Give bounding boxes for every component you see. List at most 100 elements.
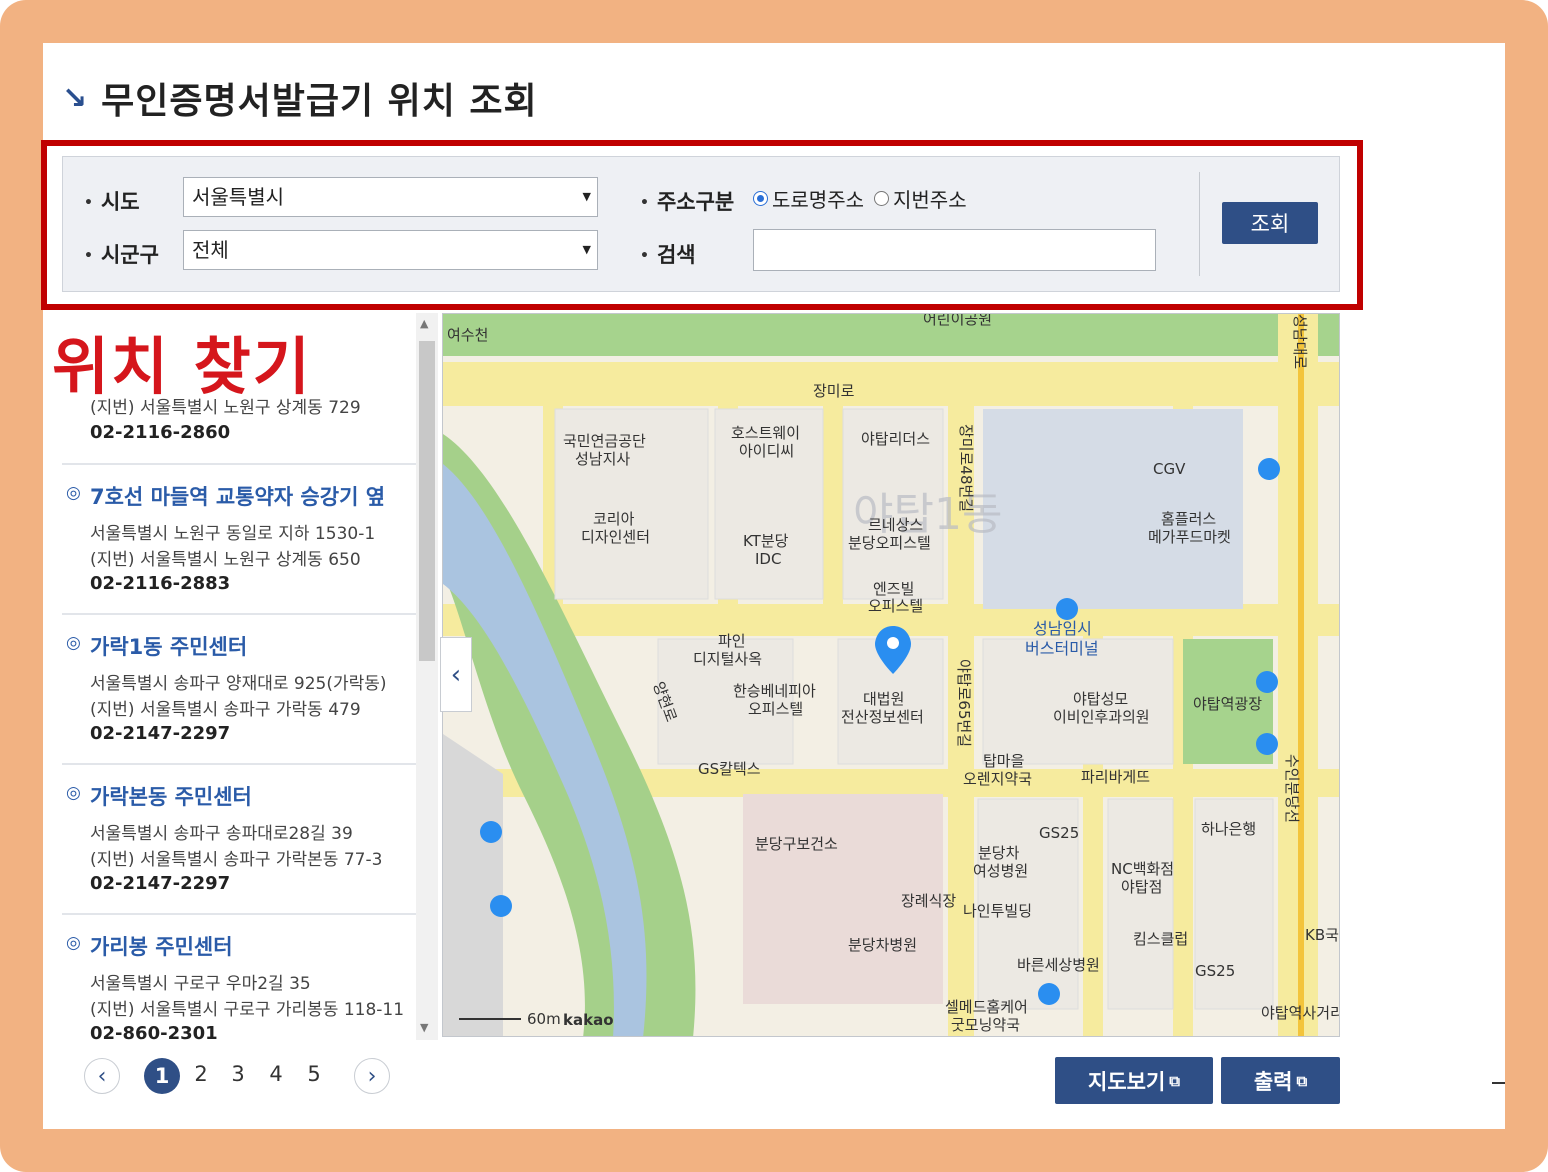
print-button[interactable]: 출력 ⧉ xyxy=(1221,1057,1340,1104)
result-name[interactable]: 가리봉 주민센터 xyxy=(90,931,233,961)
bus-stop-icon xyxy=(1038,983,1060,1005)
bus-stop-icon xyxy=(490,895,512,917)
map-label-gs25a: GS25 xyxy=(1039,824,1079,842)
page-1[interactable]: 1 xyxy=(144,1058,180,1094)
map-label-koreia2: 디자인센터 xyxy=(581,528,650,546)
map-label-jangmiro: 장미로 xyxy=(813,382,855,400)
bus-stop-icon xyxy=(1256,671,1278,693)
list-item[interactable]: ◎ 가락본동 주민센터 서울특별시 송파구 송파대로28길 39 (지번) 서울… xyxy=(62,763,416,915)
page-title-text: 무인증명서발급기 위치 조회 xyxy=(101,81,538,122)
page-5[interactable]: 5 xyxy=(299,1062,329,1086)
scroll-up-icon[interactable]: ▲ xyxy=(420,317,428,330)
map-label-bundangcha2: 여성병원 xyxy=(973,862,1028,880)
list-item[interactable]: ◎ 가리봉 주민센터 서울특별시 구로구 우마2길 35 (지번) 서울특별시 … xyxy=(62,913,416,1040)
map-label-chahospital: 분당차병원 xyxy=(848,936,917,954)
map-view-button-label: 지도보기 xyxy=(1088,1069,1166,1094)
result-name[interactable]: 가락본동 주민센터 xyxy=(90,781,252,811)
map-park-strip xyxy=(443,314,1339,356)
page-4[interactable]: 4 xyxy=(261,1062,291,1086)
map-block-homeplus xyxy=(983,409,1243,609)
map-label-cgv: CGV xyxy=(1153,460,1186,478)
chevron-left-icon: ‹ xyxy=(97,1063,107,1089)
page-2[interactable]: 2 xyxy=(186,1062,216,1086)
result-jibun: (지번) 서울특별시 구로구 가리봉동 118-11 xyxy=(90,1000,405,1020)
result-jibun: (지번) 서울특별시 송파구 가락동 479 xyxy=(90,700,361,720)
result-road: 서울특별시 구로구 우마2길 35 xyxy=(90,974,311,994)
map-label-bundangline: 수인분당선 xyxy=(1283,754,1301,823)
map-label-park: 어린이공원 xyxy=(923,314,992,328)
next-page-button[interactable]: › xyxy=(354,1058,390,1094)
map-label-road65: 야탑로65번길 xyxy=(955,659,973,747)
result-road: 서울특별시 노원구 동일로 지하 1530-1 xyxy=(90,524,376,544)
prev-page-button[interactable]: ‹ xyxy=(84,1058,120,1094)
result-road: 서울특별시 송파구 양재대로 925(가락동) xyxy=(90,674,387,694)
map-label-selmed1: 셀메드홈케어 xyxy=(945,998,1028,1016)
map-label-hanseung2: 오피스텔 xyxy=(748,700,803,718)
result-name[interactable]: 가락1동 주민센터 xyxy=(90,631,247,661)
overlay-label: 위치 찾기 xyxy=(52,330,312,403)
location-pin-icon: ◎ xyxy=(66,633,81,653)
map-subway-line xyxy=(1298,314,1304,1036)
map-label-bareun: 바른세상병원 xyxy=(1017,956,1100,974)
external-link-icon: ⧉ xyxy=(1169,1071,1180,1090)
map-label-tapmaeul1: 탑마을 xyxy=(983,752,1024,770)
map-label-host1: 호스트웨이 xyxy=(731,424,800,442)
map-label-road48: 장미로48번길 xyxy=(957,424,975,512)
list-item[interactable]: ◎ 7호선 마들역 교통약자 승강기 옆 서울특별시 노원구 동일로 지하 15… xyxy=(62,463,416,615)
map-label-yatapsm1: 야탑성모 xyxy=(1073,690,1128,708)
result-tel: 02-2116-2883 xyxy=(90,573,231,594)
external-link-icon: ⧉ xyxy=(1296,1071,1308,1090)
map-label-yatapstation: 야탑역사거리 xyxy=(1261,1004,1340,1022)
map-label-nps2: 성남지사 xyxy=(575,450,630,468)
map-label-reune1: 르네상스 xyxy=(868,516,923,534)
map-label-hana: 하나은행 xyxy=(1201,820,1256,838)
map-block xyxy=(1107,798,1174,1010)
map-view[interactable]: 60m kakao 여수천 어린이공원 장미로 야탑1동 국민연금공단 성남지사… xyxy=(442,313,1340,1037)
location-pin-icon: ◎ xyxy=(66,783,81,803)
page-title: ↘ 무인증명서발급기 위치 조회 xyxy=(62,74,538,123)
result-name[interactable]: 7호선 마들역 교통약자 승강기 옆 xyxy=(90,481,385,511)
map-label-pine1: 파인 xyxy=(718,632,746,650)
title-arrow-icon: ↘ xyxy=(62,80,88,116)
print-button-label: 출력 xyxy=(1253,1069,1293,1094)
map-label-bus1: 성남임시 xyxy=(1033,619,1092,638)
location-pin-icon: ◎ xyxy=(66,483,81,503)
result-jibun: (지번) 서울특별시 송파구 가락본동 77-3 xyxy=(90,850,383,870)
map-label-homeplus2: 메가푸드마켓 xyxy=(1148,528,1231,546)
result-jibun: (지번) 서울특별시 노원구 상계동 650 xyxy=(90,550,361,570)
map-label-pine2: 디지털사옥 xyxy=(693,650,762,668)
scroll-down-icon[interactable]: ▼ xyxy=(420,1021,428,1034)
map-label-koreia1: 코리아 xyxy=(593,510,635,528)
map-label-gs25b: GS25 xyxy=(1195,962,1235,980)
map-label-naintu: 나인투빌딩 xyxy=(963,902,1032,920)
map-label-health: 분당구보건소 xyxy=(755,835,838,853)
collapse-list-button[interactable]: ‹ xyxy=(440,637,472,712)
map-label-yatapsm2: 이비인후과의원 xyxy=(1053,708,1150,726)
result-tel: 02-2147-2297 xyxy=(90,723,231,744)
map-label-yeosucheon: 여수천 xyxy=(447,326,488,344)
list-scrollbar[interactable]: ▲ ▼ xyxy=(416,313,438,1040)
map-label-bus2: 버스터미널 xyxy=(1025,639,1099,658)
map-label-gscaltex: GS칼텍스 xyxy=(698,760,761,778)
map-scale-label: 60m xyxy=(527,1010,561,1028)
bus-stop-icon xyxy=(1056,598,1078,620)
map-block xyxy=(443,734,503,1036)
bus-stop-icon xyxy=(1256,733,1278,755)
map-label-court1: 대법원 xyxy=(863,690,904,708)
map-label-kt2: IDC xyxy=(755,550,781,568)
scroll-thumb[interactable] xyxy=(419,341,435,661)
result-tel: 02-860-2301 xyxy=(90,1023,218,1040)
map-label-kims: 킴스클럽 xyxy=(1133,930,1188,948)
map-view-button[interactable]: 지도보기 ⧉ xyxy=(1055,1057,1213,1104)
map-canvas: 60m kakao 여수천 어린이공원 장미로 야탑1동 국민연금공단 성남지사… xyxy=(443,314,1340,1036)
result-tel: 02-2116-2860 xyxy=(90,422,231,443)
map-label-homeplus1: 홈플러스 xyxy=(1161,510,1216,528)
map-label-nc2: 야탑점 xyxy=(1121,878,1162,896)
list-item[interactable]: ◎ 가락1동 주민센터 서울특별시 송파구 양재대로 925(가락동) (지번)… xyxy=(62,613,416,765)
map-label-yatapsq: 야탑역광장 xyxy=(1193,695,1262,713)
map-label-tapmaeul2: 오렌지약국 xyxy=(963,770,1032,788)
map-label-funeral: 장례식장 xyxy=(901,892,956,910)
map-label-paris: 파리바게뜨 xyxy=(1081,768,1150,786)
page-3[interactable]: 3 xyxy=(223,1062,253,1086)
result-tel: 02-2147-2297 xyxy=(90,873,231,894)
